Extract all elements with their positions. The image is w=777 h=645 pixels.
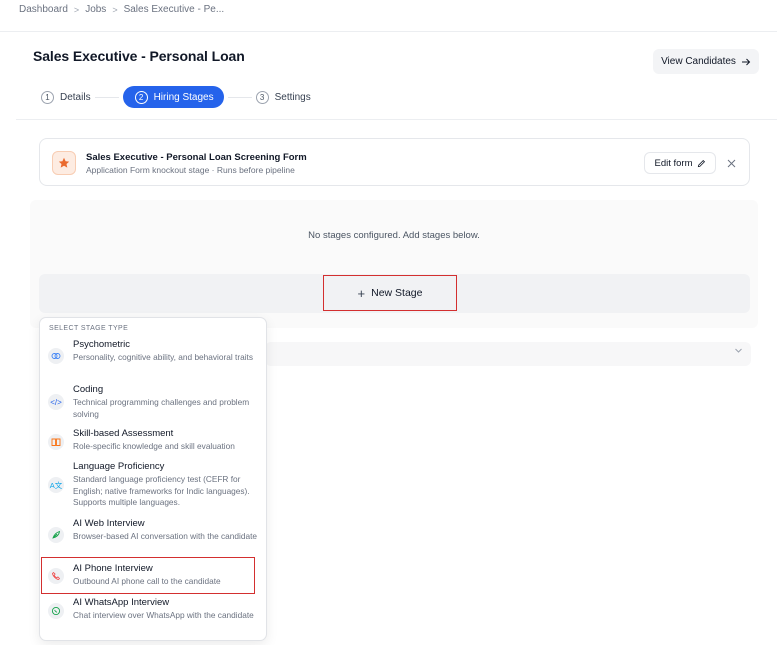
view-candidates-button[interactable]: View Candidates [653, 49, 759, 74]
option-description: Personality, cognitive ability, and beha… [73, 352, 254, 362]
pencil-icon [697, 159, 705, 167]
divider [0, 31, 777, 32]
option-description: Standard language proficiency test (CEFR… [73, 474, 250, 507]
screening-form-card: Sales Executive - Personal Loan Screenin… [39, 138, 750, 186]
close-icon[interactable] [724, 152, 738, 174]
book-icon [48, 434, 64, 450]
breadcrumb: Dashboard > Jobs > Sales Executive - Pe.… [19, 4, 224, 15]
arrow-right-icon [741, 58, 751, 65]
option-description: Chat interview over WhatsApp with the ca… [73, 610, 254, 620]
breadcrumb-separator: > [73, 4, 80, 15]
option-description: Role-specific knowledge and skill evalua… [73, 441, 235, 451]
translate-icon: A文 [48, 477, 64, 493]
star-icon [52, 151, 76, 175]
option-title: Coding [73, 384, 104, 395]
chevron-down-icon [734, 346, 743, 358]
collapsed-section[interactable] [265, 342, 751, 366]
breadcrumb-separator: > [112, 4, 118, 15]
highlight-ai-phone-interview [41, 557, 255, 594]
breadcrumb-jobs[interactable]: Jobs [85, 4, 106, 15]
step-number: 1 [41, 90, 54, 104]
option-title: Psychometric [73, 339, 131, 350]
breadcrumb-current-job: Sales Executive - Pe... [123, 4, 225, 15]
form-subtitle: Application Form knockout stage · Runs b… [86, 165, 295, 175]
view-candidates-label: View Candidates [661, 56, 736, 67]
plus-icon: + [357, 285, 366, 301]
edit-form-label: Edit form [654, 157, 693, 169]
step-label: Details [60, 91, 91, 103]
stepper: 1 Details 2 Hiring Stages 3 Settings [41, 86, 311, 108]
option-title: Skill-based Assessment [73, 428, 174, 439]
edit-form-button[interactable]: Edit form [644, 152, 716, 174]
option-description: Browser-based AI conversation with the c… [73, 531, 258, 541]
divider [16, 119, 777, 120]
step-settings[interactable]: 3 Settings [255, 90, 311, 104]
code-icon: </> [48, 394, 64, 410]
breadcrumb-dashboard[interactable]: Dashboard [19, 4, 68, 15]
step-number: 3 [255, 90, 269, 104]
option-description: Technical programming challenges and pro… [73, 397, 250, 419]
whatsapp-icon [48, 603, 64, 619]
dropdown-header: SELECT STAGE TYPE [49, 325, 129, 332]
empty-stages-message: No stages configured. Add stages below. [308, 230, 480, 241]
option-title: Language Proficiency [73, 461, 165, 472]
step-label: Settings [274, 91, 311, 103]
form-title: Sales Executive - Personal Loan Screenin… [86, 152, 307, 163]
feather-icon [48, 527, 64, 543]
new-stage-label: New Stage [371, 287, 423, 299]
option-title: AI Web Interview [73, 518, 145, 529]
step-connector [227, 96, 252, 98]
step-number: 2 [134, 90, 148, 104]
option-title: AI WhatsApp Interview [73, 597, 170, 608]
brain-icon [48, 348, 64, 364]
step-hiring-stages[interactable]: 2 Hiring Stages [122, 86, 224, 108]
page-title: Sales Executive - Personal Loan [33, 48, 245, 64]
new-stage-button[interactable]: + New Stage [323, 275, 457, 311]
step-label: Hiring Stages [153, 91, 214, 103]
step-connector [94, 96, 119, 98]
step-details[interactable]: 1 Details [41, 90, 91, 104]
